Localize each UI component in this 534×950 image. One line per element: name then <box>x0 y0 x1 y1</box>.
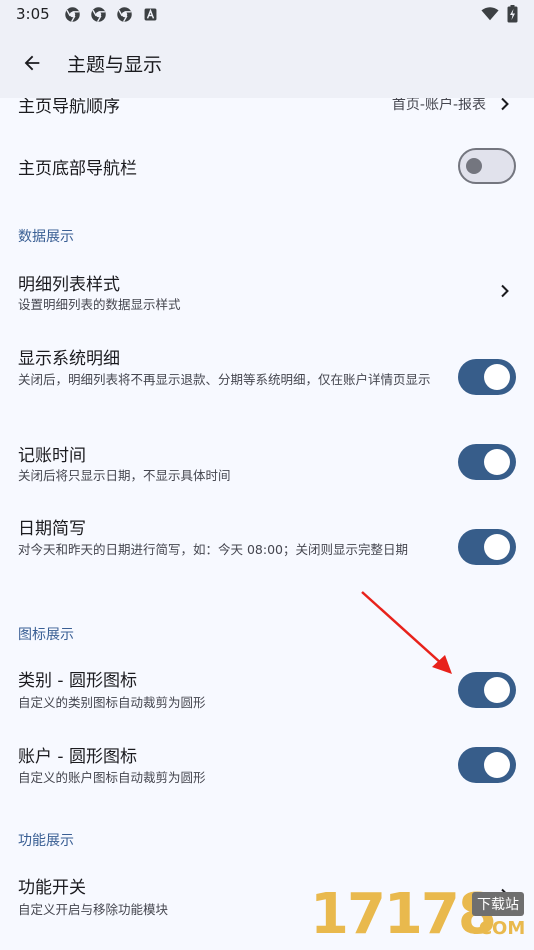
battery-icon <box>507 5 518 23</box>
date-short-toggle[interactable] <box>458 529 516 565</box>
chrome-icon <box>90 6 106 22</box>
record-time-item[interactable]: 记账时间 关闭后将只显示日期，不显示具体时间 <box>0 432 534 496</box>
chrome-icon <box>64 6 80 22</box>
show-system-detail-label: 显示系统明细 <box>18 349 120 369</box>
a-badge-icon <box>144 8 157 20</box>
record-time-toggle[interactable] <box>458 444 516 480</box>
record-time-label: 记账时间 <box>18 446 86 466</box>
home-nav-order-item[interactable]: 主页导航顺序 首页-账户-报表 <box>0 98 534 128</box>
section-title-feature: 功能展示 <box>18 833 74 849</box>
status-bar: 3:05 <box>0 0 534 28</box>
app-bar: 主题与显示 <box>0 28 534 98</box>
page-title: 主题与显示 <box>67 53 163 76</box>
show-system-detail-toggle[interactable] <box>458 359 516 395</box>
feature-switch-label: 功能开关 <box>18 878 86 898</box>
toggle-knob <box>484 449 510 475</box>
category-round-icon-toggle[interactable] <box>458 672 516 708</box>
home-nav-order-value: 首页-账户-报表 <box>391 98 486 113</box>
toggle-knob <box>484 364 510 390</box>
detail-list-style-item[interactable]: 明细列表样式 设置明细列表的数据显示样式 <box>0 258 534 322</box>
account-round-icon-toggle[interactable] <box>458 747 516 783</box>
home-bottom-nav-label: 主页底部导航栏 <box>18 159 137 179</box>
wifi-icon <box>481 7 499 21</box>
status-right-icons <box>481 5 518 23</box>
status-time: 3:05 <box>16 5 50 23</box>
detail-list-style-desc: 设置明细列表的数据显示样式 <box>18 297 181 312</box>
detail-list-style-label: 明细列表样式 <box>18 275 120 295</box>
date-short-label: 日期简写 <box>18 519 86 539</box>
show-system-detail-item[interactable]: 显示系统明细 关闭后，明细列表将不再显示退款、分期等系统明细，仅在账户详情页显示 <box>0 334 534 420</box>
toggle-knob <box>466 158 482 174</box>
toggle-knob <box>484 677 510 703</box>
settings-list: 主页导航顺序 首页-账户-报表 主页底部导航栏 数据展示 明细列表样式 设置明细… <box>0 98 534 950</box>
chevron-right-icon <box>501 98 509 111</box>
chrome-icon <box>116 6 132 22</box>
section-title-data: 数据展示 <box>18 229 74 245</box>
arrow-back-icon <box>24 55 40 71</box>
account-round-icon-desc: 自定义的账户图标自动裁剪为圆形 <box>18 770 206 785</box>
category-round-icon-item[interactable]: 类别 - 圆形图标 自定义的类别图标自动裁剪为圆形 <box>0 658 534 722</box>
account-round-icon-item[interactable]: 账户 - 圆形图标 自定义的账户图标自动裁剪为圆形 <box>0 734 534 798</box>
record-time-desc: 关闭后将只显示日期，不显示具体时间 <box>18 468 231 483</box>
home-nav-order-label: 主页导航顺序 <box>18 98 120 117</box>
category-round-icon-desc: 自定义的类别图标自动裁剪为圆形 <box>18 695 206 710</box>
watermark-suffix: .COM <box>472 918 526 939</box>
watermark-logo: 17178 下载站 .COM <box>300 880 534 950</box>
home-bottom-nav-item[interactable]: 主页底部导航栏 <box>0 134 534 198</box>
home-bottom-nav-toggle[interactable] <box>458 148 516 184</box>
date-short-item[interactable]: 日期简写 对今天和昨天的日期进行简写，如：今天 08:00；关闭则显示完整日期 <box>0 506 534 592</box>
toggle-knob <box>484 752 510 778</box>
show-system-detail-desc: 关闭后，明细列表将不再显示退款、分期等系统明细，仅在账户详情页显示 <box>18 372 431 387</box>
section-title-icon: 图标展示 <box>18 627 74 643</box>
category-round-icon-label: 类别 - 圆形图标 <box>18 671 137 691</box>
date-short-desc: 对今天和昨天的日期进行简写，如：今天 08:00；关闭则显示完整日期 <box>18 542 408 557</box>
toggle-knob <box>484 534 510 560</box>
chevron-right-icon <box>501 284 509 298</box>
watermark-badge: 下载站 <box>472 892 524 916</box>
account-round-icon-label: 账户 - 圆形图标 <box>18 747 137 767</box>
watermark-digits: 17178 <box>310 882 497 947</box>
back-button[interactable] <box>0 31 64 95</box>
